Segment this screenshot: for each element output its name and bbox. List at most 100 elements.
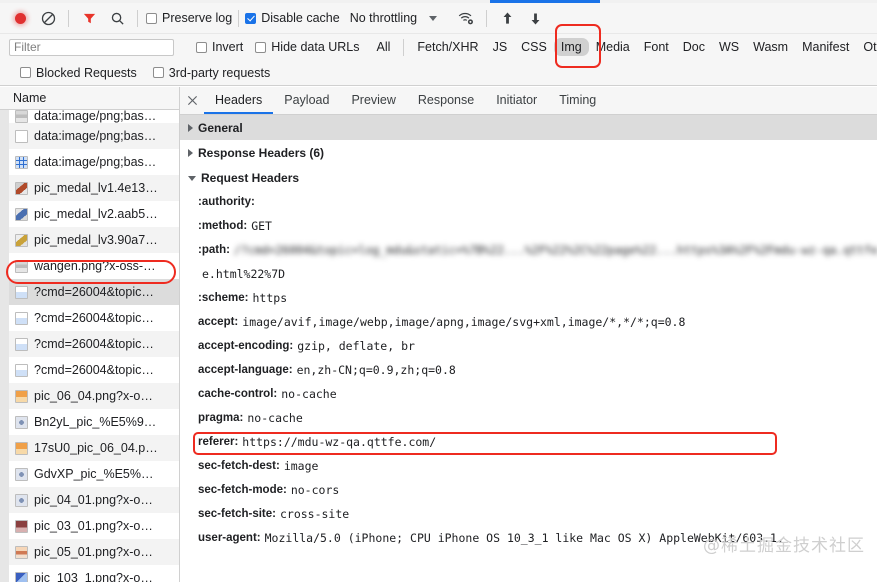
toolbar-divider-2 [137, 9, 138, 27]
chevron-down-icon [188, 175, 196, 181]
section-header-response-headers-6-[interactable]: Response Headers (6) [180, 140, 877, 165]
request-list-item[interactable]: pic_03_01.png?x-o… [9, 513, 179, 539]
filter-type-css[interactable]: CSS [514, 38, 554, 56]
blocked-requests-box[interactable] [20, 67, 31, 78]
third-party-requests-checkbox[interactable]: 3rd-party requests [152, 66, 270, 80]
request-list-item[interactable]: ?cmd=26004&topic… [9, 357, 179, 383]
file-grid-icon [15, 155, 28, 169]
request-list-item[interactable]: ?cmd=26004&topic… [9, 305, 179, 331]
request-name: pic_103_1.png?x-o… [34, 571, 153, 582]
request-list-item[interactable]: data:image/png;bas… [9, 123, 179, 149]
tab-headers[interactable]: Headers [204, 87, 274, 114]
file-peach-icon [15, 545, 28, 559]
network-conditions-button[interactable] [453, 5, 479, 31]
request-name: pic_medal_lv1.4e13… [34, 181, 158, 195]
filter-input[interactable] [9, 38, 174, 56]
filter-type-media[interactable]: Media [589, 38, 637, 56]
name-column-label: Name [13, 91, 47, 105]
clear-icon [41, 11, 55, 25]
toolbar-divider-3 [238, 9, 240, 27]
header-name: accept: [198, 316, 239, 328]
preserve-log-checkbox[interactable]: Preserve log [146, 11, 232, 25]
filter-type-img[interactable]: Img [553, 38, 589, 56]
request-list-item[interactable]: pic_04_01.png?x-o… [9, 487, 179, 513]
close-detail-button[interactable] [180, 87, 204, 114]
request-list-item[interactable]: pic_103_1.png?x-o… [9, 565, 179, 582]
header-row: user-agent: Mozilla/5.0 (iPhone; CPU iPho… [198, 526, 877, 550]
header-value: https [252, 291, 288, 305]
header-row: accept-encoding: gzip, deflate, br [198, 334, 877, 358]
file-blank-icon [15, 129, 28, 143]
file-page-icon [15, 363, 28, 377]
filter-type-manifest[interactable]: Manifest [795, 38, 856, 56]
invert-checkbox[interactable]: Invert [196, 40, 243, 54]
request-list-item[interactable]: wangen.png?x-oss-… [9, 253, 179, 279]
request-list-item[interactable]: ?cmd=26004&topic… [9, 331, 179, 357]
request-list-item[interactable]: pic_06_04.png?x-o… [9, 383, 179, 409]
request-list-item[interactable]: pic_medal_lv2.aab5… [9, 201, 179, 227]
request-name: data:image/png;bas… [34, 155, 157, 169]
request-list-item[interactable]: data:image/png;bas… [9, 149, 179, 175]
export-har-button[interactable] [522, 5, 548, 31]
filter-type-wasm[interactable]: Wasm [746, 38, 795, 56]
filter-type-font[interactable]: Font [637, 38, 676, 56]
filter-type-fetch-xhr[interactable]: Fetch/XHR [410, 38, 485, 56]
request-list-item[interactable]: pic_medal_lv1.4e13… [9, 175, 179, 201]
filter-type-doc[interactable]: Doc [676, 38, 712, 56]
throttling-select[interactable]: No throttling [350, 11, 417, 25]
import-har-button[interactable] [494, 5, 520, 31]
hide-data-urls-checkbox[interactable]: Hide data URLs [255, 40, 360, 54]
disable-cache-checkbox[interactable]: Disable cache [245, 11, 340, 25]
request-list-item[interactable]: data:image/png;bas… [9, 110, 179, 123]
disable-cache-label: Disable cache [261, 11, 340, 25]
request-list-item[interactable]: 17sU0_pic_06_04.p… [9, 435, 179, 461]
header-name: sec-fetch-dest: [198, 460, 280, 472]
tab-timing[interactable]: Timing [548, 87, 607, 114]
request-list-item[interactable]: pic_medal_lv3.90a7… [9, 227, 179, 253]
section-header-request-headers[interactable]: Request Headers [180, 165, 877, 190]
header-value: Mozilla/5.0 (iPhone; CPU iPhone OS 10_3_… [264, 531, 784, 545]
blocked-requests-checkbox[interactable]: Blocked Requests [20, 66, 137, 80]
header-name: accept-language: [198, 364, 293, 376]
request-list-scrollbar[interactable] [0, 110, 9, 582]
disable-cache-box[interactable] [245, 12, 257, 24]
devtools-network-panel: Preserve log Disable cache No throttling [0, 0, 877, 582]
request-name: pic_03_01.png?x-o… [34, 519, 153, 533]
record-dot-icon [14, 12, 26, 24]
invert-box[interactable] [196, 41, 207, 53]
request-list-item[interactable]: GdvXP_pic_%E5%… [9, 461, 179, 487]
header-name: :method: [198, 220, 248, 232]
filter-type-js[interactable]: JS [486, 38, 515, 56]
hide-data-urls-box[interactable] [255, 41, 267, 53]
request-list-item[interactable]: ?cmd=26004&topic… [9, 279, 179, 305]
tab-response[interactable]: Response [407, 87, 485, 114]
third-party-requests-box[interactable] [152, 67, 164, 78]
request-list-item[interactable]: Bn2yL_pic_%E5%9… [9, 409, 179, 435]
tab-payload[interactable]: Payload [273, 87, 340, 114]
record-button[interactable] [7, 5, 33, 31]
tab-preview[interactable]: Preview [340, 87, 406, 114]
chevron-right-icon [188, 148, 193, 157]
header-name: referer: [198, 436, 239, 448]
tab-initiator[interactable]: Initiator [485, 87, 548, 114]
header-value: image/avif,image/webp,image/apng,image/s… [242, 315, 686, 329]
search-button[interactable] [104, 5, 130, 31]
filter-toggle-button[interactable] [76, 5, 102, 31]
chevron-down-icon[interactable] [429, 15, 438, 21]
header-name: user-agent: [198, 532, 261, 544]
file-pano-icon [15, 259, 28, 273]
section-title: Request Headers [201, 170, 300, 185]
request-list-item[interactable]: pic_05_01.png?x-o… [9, 539, 179, 565]
preserve-log-box[interactable] [146, 12, 157, 24]
section-title: Response Headers (6) [198, 145, 325, 160]
section-header-general[interactable]: General [180, 115, 877, 140]
request-name: ?cmd=26004&topic… [34, 285, 154, 299]
request-name: ?cmd=26004&topic… [34, 363, 154, 377]
filter-type-ws[interactable]: WS [712, 38, 746, 56]
filter-type-oth[interactable]: Oth [856, 38, 877, 56]
header-name: :scheme: [198, 292, 249, 304]
filter-type-all[interactable]: All [370, 38, 398, 56]
request-name: ?cmd=26004&topic… [34, 311, 154, 325]
clear-button[interactable] [35, 5, 61, 31]
request-name: GdvXP_pic_%E5%… [34, 467, 154, 481]
